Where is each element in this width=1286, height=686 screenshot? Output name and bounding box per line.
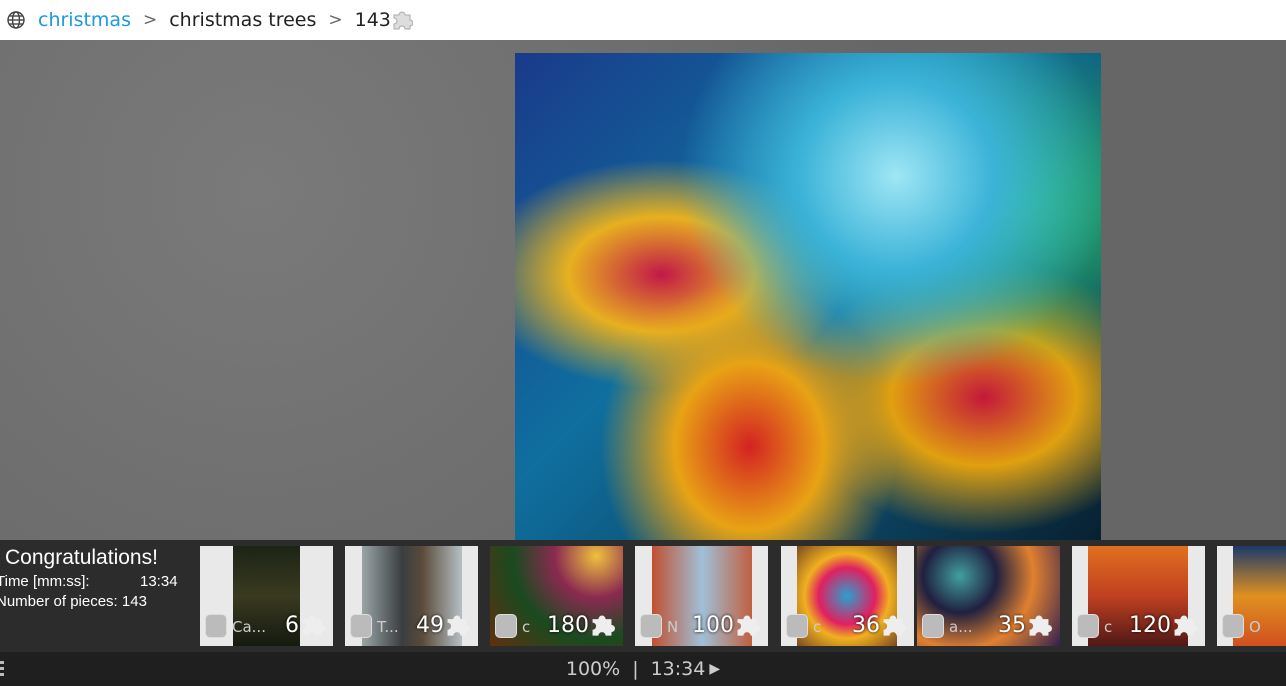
elapsed-time: 13:34 — [650, 658, 706, 680]
piece-count: 180 — [547, 612, 615, 638]
puzzle-thumbnail[interactable]: N 100 — [635, 546, 768, 646]
user-avatar — [205, 614, 227, 638]
congratulations-panel: Congratulations! Time [mm:ss]: 13:34 Numb… — [0, 546, 195, 610]
piece-count: 49 — [416, 612, 470, 638]
time-label: Time [mm:ss]: — [0, 573, 90, 590]
puzzle-thumbnail[interactable]: Ca... 6 — [200, 546, 333, 646]
user-name: O — [1249, 618, 1261, 636]
puzzle-piece-icon — [447, 615, 470, 636]
zoom-level: 100% — [565, 658, 621, 680]
piece-count: 6 — [285, 612, 325, 638]
piece-count-value: 35 — [998, 612, 1026, 638]
breadcrumb-christmas-trees[interactable]: christmas trees — [169, 9, 316, 31]
puzzle-thumbnail[interactable]: c 180 — [490, 546, 623, 646]
user-avatar — [1222, 614, 1244, 638]
piece-count-value: 120 — [1129, 612, 1171, 638]
puzzle-thumbnail[interactable]: O 2 — [1217, 546, 1286, 646]
puzzle-piece-icon — [883, 615, 906, 636]
user-avatar — [786, 614, 808, 638]
piece-count: 100 — [692, 612, 760, 638]
puzzle-thumbnail[interactable]: c 36 — [781, 546, 914, 646]
chevron-right-icon: > — [328, 10, 343, 30]
piece-count-value: 100 — [692, 612, 734, 638]
piece-count-value: 180 — [547, 612, 589, 638]
user-avatar — [495, 614, 517, 638]
puzzle-piece-icon — [737, 615, 760, 636]
user-name: a... — [949, 618, 973, 636]
breadcrumb-piece-count: 143 — [354, 9, 391, 31]
separator: | — [632, 658, 639, 680]
puzzle-piece-icon — [592, 615, 615, 636]
piece-count: 35 — [998, 612, 1052, 638]
piece-count: 36 — [852, 612, 906, 638]
piece-count-value: 49 — [416, 612, 444, 638]
chevron-right-icon: > — [142, 10, 158, 30]
user-avatar — [350, 614, 372, 638]
user-avatar — [1077, 614, 1099, 638]
breadcrumb-bar: christmas > christmas trees > 143 — [0, 0, 1286, 40]
user-name: Ca... — [232, 618, 266, 636]
congratulations-title: Congratulations! — [5, 546, 158, 569]
user-name: T... — [377, 618, 399, 636]
puzzle-thumbnail[interactable]: a... 35 — [917, 546, 1060, 646]
user-name: c — [522, 618, 531, 636]
user-name: N — [667, 618, 679, 636]
breadcrumb-christmas[interactable]: christmas — [38, 9, 131, 31]
time-value: 13:34 — [140, 573, 178, 590]
user-name: c — [813, 618, 822, 636]
piece-count-value: 6 — [285, 612, 299, 638]
status-bar: 100% | 13:34 ▶ — [0, 652, 1286, 686]
user-avatar — [640, 614, 662, 638]
puzzle-piece-icon — [1174, 615, 1197, 636]
pieces-value: 143 — [121, 593, 147, 610]
puzzle-thumbnail[interactable]: c 120 — [1072, 546, 1205, 646]
pieces-label: Number of pieces: — [0, 593, 118, 610]
puzzle-piece-icon — [1029, 615, 1052, 636]
puzzle-piece-icon — [393, 11, 413, 30]
piece-count: 120 — [1129, 612, 1197, 638]
user-name: c — [1104, 618, 1113, 636]
globe-icon[interactable] — [6, 10, 26, 30]
puzzle-piece-icon — [302, 615, 325, 636]
play-icon[interactable]: ▶ — [709, 661, 720, 677]
puzzle-thumbnail[interactable]: T... 49 — [345, 546, 478, 646]
user-avatar — [922, 614, 944, 638]
menu-icon[interactable] — [0, 661, 4, 677]
more-puzzles-strip: Congratulations! Time [mm:ss]: 13:34 Numb… — [0, 540, 1286, 652]
completed-puzzle-image[interactable] — [515, 53, 1101, 545]
piece-count-value: 36 — [852, 612, 880, 638]
